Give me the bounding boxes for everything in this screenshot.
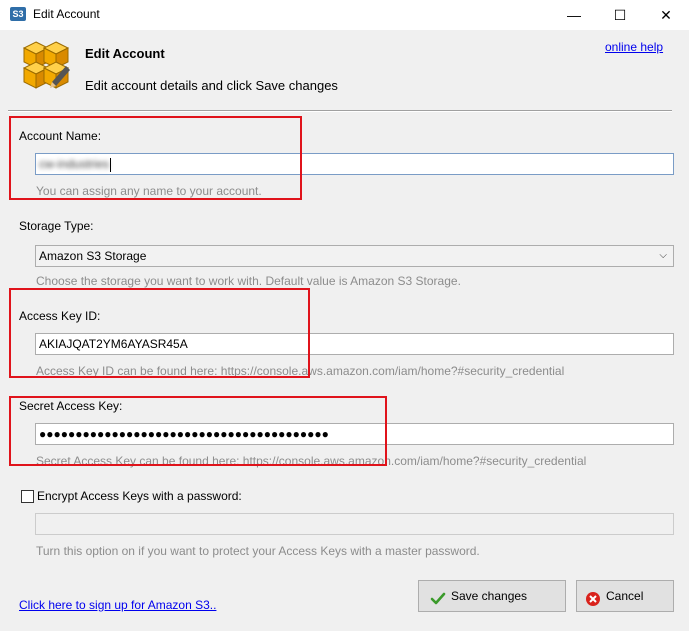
header-title: Edit Account bbox=[85, 46, 165, 61]
account-name-input[interactable]: cw-industries bbox=[35, 153, 674, 175]
amazon-s3-boxes-icon bbox=[22, 40, 70, 92]
secret-key-hint: Secret Access Key can be found here: htt… bbox=[36, 454, 587, 468]
cancel-button[interactable]: Cancel bbox=[576, 580, 674, 612]
maximize-button[interactable]: ☐ bbox=[597, 0, 643, 30]
text-caret bbox=[110, 157, 112, 172]
master-password-input[interactable] bbox=[35, 513, 674, 535]
encrypt-label[interactable]: Encrypt Access Keys with a password: bbox=[37, 489, 242, 503]
account-name-label: Account Name: bbox=[19, 129, 102, 143]
minimize-button[interactable]: — bbox=[551, 0, 597, 30]
account-name-hint: You can assign any name to your account. bbox=[36, 184, 262, 198]
account-name-value: cw-industries bbox=[39, 157, 110, 171]
chevron-down-icon: ⌵ bbox=[659, 250, 667, 261]
header-subtitle: Edit account details and click Save chan… bbox=[85, 78, 338, 93]
access-key-input[interactable]: AKIAJQAT2YM6AYASR45A bbox=[35, 333, 674, 355]
window-title: Edit Account bbox=[33, 7, 100, 21]
header-divider bbox=[8, 110, 672, 112]
secret-key-value: ●●●●●●●●●●●●●●●●●●●●●●●●●●●●●●●●●●●●●●●● bbox=[39, 427, 329, 441]
encrypt-checkbox[interactable] bbox=[21, 490, 34, 503]
cancel-icon bbox=[585, 588, 601, 618]
signup-link[interactable]: Click here to sign up for Amazon S3.. bbox=[19, 598, 216, 612]
app-icon: S3 bbox=[10, 7, 26, 21]
close-button[interactable]: ✕ bbox=[643, 0, 689, 30]
access-key-value: AKIAJQAT2YM6AYASR45A bbox=[39, 337, 188, 351]
storage-type-label: Storage Type: bbox=[19, 219, 94, 233]
access-key-hint: Access Key ID can be found here: https:/… bbox=[36, 364, 565, 378]
secret-key-input[interactable]: ●●●●●●●●●●●●●●●●●●●●●●●●●●●●●●●●●●●●●●●● bbox=[35, 423, 674, 445]
encrypt-hint: Turn this option on if you want to prote… bbox=[36, 544, 480, 558]
cancel-label: Cancel bbox=[606, 589, 644, 603]
checkmark-icon bbox=[430, 588, 446, 618]
storage-type-value: Amazon S3 Storage bbox=[39, 249, 147, 263]
access-key-label: Access Key ID: bbox=[19, 309, 101, 323]
secret-key-label: Secret Access Key: bbox=[19, 399, 123, 413]
save-changes-button[interactable]: Save changes bbox=[418, 580, 566, 612]
online-help-link[interactable]: online help bbox=[605, 40, 663, 54]
storage-type-hint: Choose the storage you want to work with… bbox=[36, 274, 461, 288]
save-changes-label: Save changes bbox=[451, 589, 528, 603]
storage-type-select[interactable]: Amazon S3 Storage ⌵ bbox=[35, 245, 674, 267]
